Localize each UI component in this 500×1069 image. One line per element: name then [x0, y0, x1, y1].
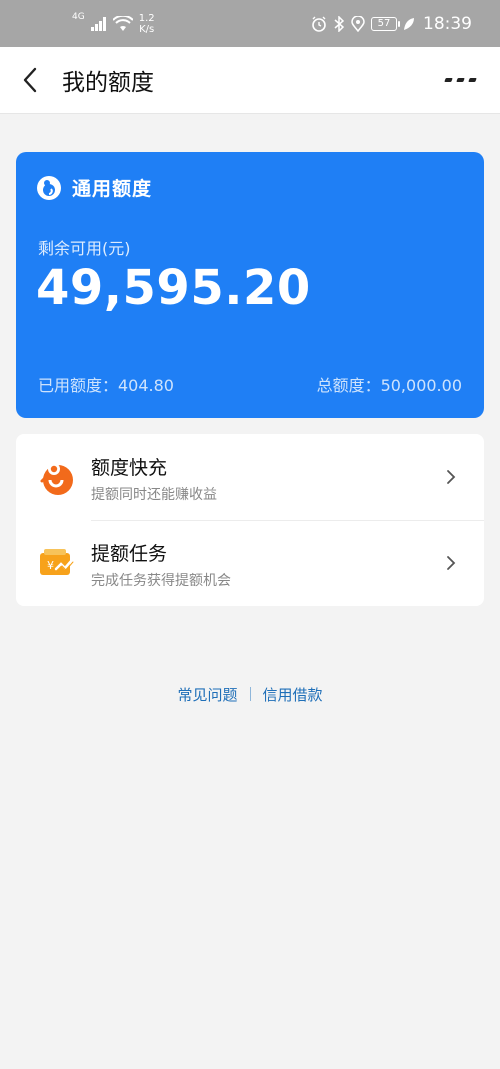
speed-unit: K/s: [139, 23, 155, 35]
alarm-icon: [312, 16, 326, 32]
used-quota: 已用额度：404.80: [38, 376, 174, 395]
card-title: 通用额度: [72, 178, 153, 200]
status-right: 57 18:39: [311, 14, 472, 34]
network-speed: 1.2 K/s: [139, 13, 155, 35]
action-list: 额度快充 提额同时还能赚收益 ¥ 提额任务 完成任务获得提额机会: [16, 434, 484, 606]
list-item-title: 提额任务: [91, 543, 168, 565]
status-left: 4G 1.2 K/s: [72, 13, 155, 35]
leaf-icon: [404, 17, 414, 30]
footer-links: 常见问题 信用借款: [0, 682, 500, 706]
link-separator: [249, 687, 251, 701]
faq-link[interactable]: 常见问题: [177, 684, 237, 705]
list-item-title: 额度快充: [91, 457, 168, 479]
wifi-icon: [112, 15, 133, 31]
more-dot-icon: [443, 78, 453, 82]
task-wallet-icon: ¥: [40, 549, 74, 575]
total-quota: 总额度：50,000.00: [316, 376, 462, 395]
svg-text:¥: ¥: [47, 559, 54, 572]
back-arrow-icon: [23, 67, 37, 93]
credit-loan-link[interactable]: 信用借款: [263, 684, 323, 705]
location-icon: [351, 15, 365, 32]
fast-charge-icon: [40, 463, 73, 495]
chevron-right-icon: [447, 556, 456, 570]
status-bar: 4G 1.2 K/s 57 18:39: [0, 0, 500, 47]
remaining-label: 剩余可用(元): [38, 239, 131, 258]
more-dot-icon: [455, 78, 465, 82]
list-item-fast-charge[interactable]: 额度快充 提额同时还能赚收益: [16, 434, 484, 521]
page-title: 我的额度: [62, 70, 154, 96]
list-item-subtitle: 提额同时还能赚收益: [91, 487, 217, 503]
signal-icon: [90, 16, 106, 31]
battery-indicator: 57: [371, 16, 400, 31]
brand-logo-icon: [37, 175, 61, 200]
list-item-subtitle: 完成任务获得提额机会: [91, 573, 231, 589]
more-menu-button[interactable]: [442, 69, 478, 91]
network-type: 4G: [72, 12, 85, 22]
list-item-quota-task[interactable]: ¥ 提额任务 完成任务获得提额机会: [16, 520, 484, 606]
back-button[interactable]: [0, 47, 60, 114]
speed-value: 1.2: [138, 12, 155, 24]
remaining-amount: 49,595.20: [36, 260, 311, 316]
app-header: 我的额度: [0, 47, 500, 114]
bluetooth-icon: [334, 15, 345, 32]
card-header: 通用额度: [36, 174, 152, 201]
clock: 18:39: [423, 13, 472, 34]
quota-card: 通用额度 剩余可用(元) 49,595.20 已用额度：404.80 总额度：5…: [16, 152, 484, 418]
chevron-right-icon: [447, 470, 456, 484]
more-dot-icon: [467, 78, 477, 82]
